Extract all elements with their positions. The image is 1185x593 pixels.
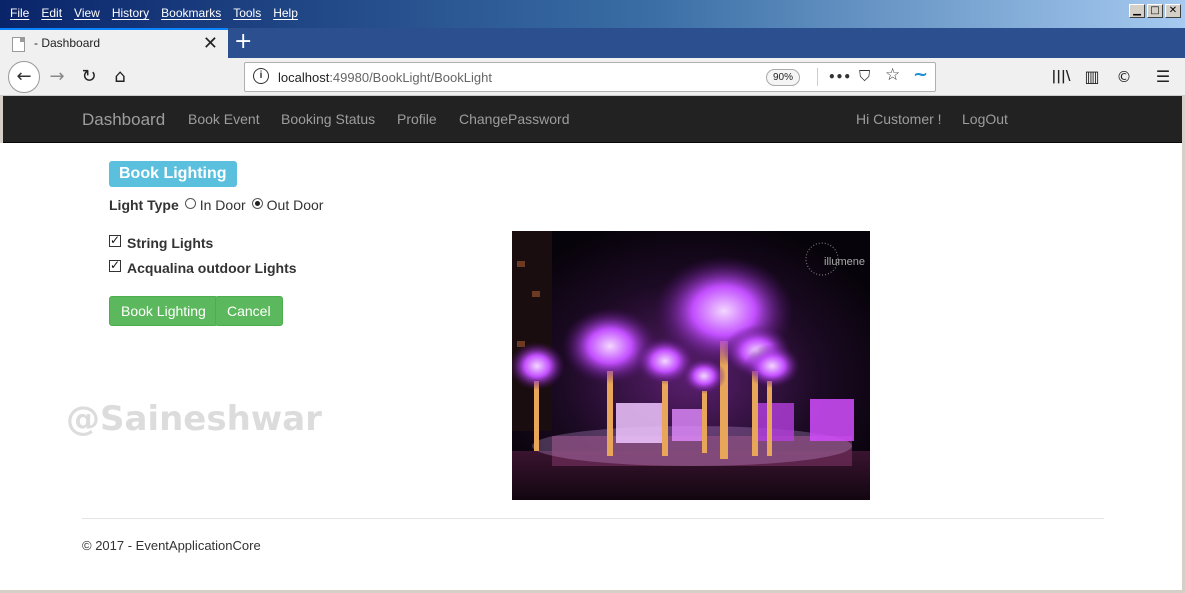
lighting-photo-graphic: illumene <box>512 231 870 500</box>
nav-logout[interactable]: LogOut <box>962 111 1008 127</box>
acqualina-lights-label: Acqualina outdoor Lights <box>127 260 297 276</box>
lighting-photo: illumene <box>512 231 870 500</box>
back-arrow-icon[interactable]: ← <box>8 61 40 93</box>
indoor-radio[interactable] <box>184 197 196 209</box>
url-text[interactable]: localhost:49980/BookLight/BookLight <box>278 70 492 85</box>
footer-divider <box>82 518 1104 519</box>
brand-link[interactable]: Dashboard <box>82 110 165 130</box>
zoom-badge[interactable]: 90% <box>766 69 801 86</box>
tab-strip: - Dashboard ✕ + <box>0 28 1185 58</box>
forward-arrow-icon[interactable]: → <box>46 58 68 96</box>
library-icon[interactable]: |||\ <box>1048 58 1074 96</box>
menu-file[interactable]: File <box>4 6 35 20</box>
home-icon[interactable]: ⌂ <box>108 58 132 96</box>
window-titlebar: File Edit View History Bookmarks Tools H… <box>0 0 1185 28</box>
maximize-button[interactable]: □ <box>1147 4 1163 18</box>
urlbar-divider <box>817 68 818 86</box>
new-tab-icon[interactable]: + <box>234 28 252 56</box>
light-type-group: Light Type In Door Out Door <box>109 197 329 213</box>
nav-booking-status[interactable]: Booking Status <box>281 111 375 127</box>
menu-tools[interactable]: Tools <box>227 6 267 20</box>
nav-greeting[interactable]: Hi Customer ! <box>856 111 942 127</box>
string-lights-option: String Lights <box>109 233 214 251</box>
url-host: localhost <box>278 70 330 85</box>
outdoor-radio[interactable] <box>251 197 263 209</box>
hamburger-menu-icon[interactable]: ☰ <box>1151 58 1175 96</box>
nav-book-event[interactable]: Book Event <box>188 111 260 127</box>
menu-bookmarks[interactable]: Bookmarks <box>155 6 227 20</box>
acqualina-lights-option: Acqualina outdoor Lights <box>109 258 297 276</box>
tab-title: - Dashboard <box>34 36 101 50</box>
address-bar[interactable]: i localhost:49980/BookLight/BookLight 90… <box>244 62 936 92</box>
tab-dashboard[interactable]: - Dashboard ✕ <box>0 28 228 58</box>
watermark-text: @Saineshwar <box>66 399 322 439</box>
acqualina-lights-checkbox[interactable] <box>109 258 121 272</box>
cancel-button[interactable]: Cancel <box>215 296 283 326</box>
close-tab-icon[interactable]: ✕ <box>203 33 218 54</box>
page-actions-icon[interactable]: ••• <box>828 70 851 84</box>
page-icon <box>12 37 25 52</box>
light-type-label: Light Type <box>109 197 179 213</box>
minimize-button[interactable]: ▁ <box>1129 4 1145 18</box>
main-content: Book Lighting Light Type In Door Out Doo… <box>0 143 1185 593</box>
reload-icon[interactable]: ↻ <box>78 58 100 96</box>
account-icon[interactable]: © <box>1112 58 1136 96</box>
nav-profile[interactable]: Profile <box>397 111 437 127</box>
browser-toolbar: ← → ↻ ⌂ i localhost:49980/BookLight/Book… <box>0 58 1185 96</box>
menu-edit[interactable]: Edit <box>35 6 68 20</box>
footer-text: © 2017 - EventApplicationCore <box>82 538 261 553</box>
menu-help[interactable]: Help <box>267 6 304 20</box>
app-navbar: Dashboard Book Event Booking Status Prof… <box>0 96 1185 143</box>
string-lights-label: String Lights <box>127 235 214 251</box>
string-lights-checkbox[interactable] <box>109 233 121 247</box>
site-info-icon[interactable]: i <box>253 68 269 84</box>
book-lighting-button[interactable]: Book Lighting <box>109 296 218 326</box>
indoor-label: In Door <box>199 197 246 213</box>
menu-view[interactable]: View <box>68 6 106 20</box>
illumene-logo-text: illumene <box>824 256 865 268</box>
window-controls: ▁ □ ✕ <box>1129 4 1181 18</box>
url-path: :49980/BookLight/BookLight <box>329 70 492 85</box>
book-lighting-heading: Book Lighting <box>109 161 237 187</box>
menu-bar: File Edit View History Bookmarks Tools H… <box>4 6 304 20</box>
pocket-icon[interactable]: ⛉ <box>859 67 870 85</box>
outdoor-label: Out Door <box>266 197 324 213</box>
sidebar-icon[interactable]: ▥ <box>1080 58 1104 96</box>
menu-history[interactable]: History <box>106 6 155 20</box>
close-window-button[interactable]: ✕ <box>1165 4 1181 18</box>
nav-change-password[interactable]: ChangePassword <box>459 111 570 127</box>
bookmark-star-icon[interactable]: ☆ <box>885 65 900 85</box>
sync-extension-icon[interactable]: ~ <box>913 64 928 85</box>
